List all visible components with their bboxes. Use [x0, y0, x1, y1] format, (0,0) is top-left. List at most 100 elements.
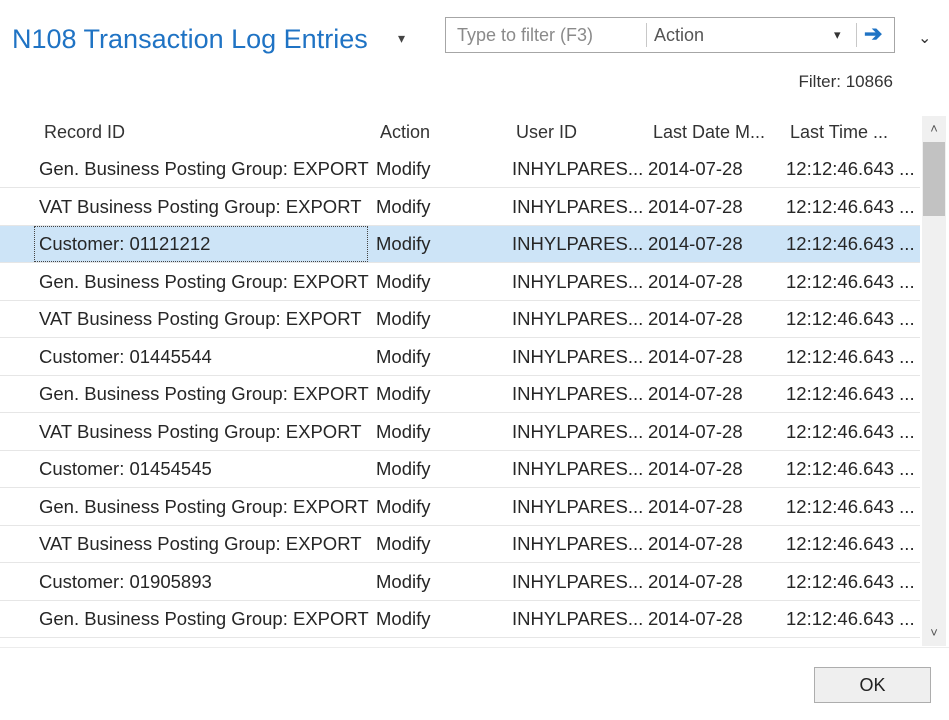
user-id-cell[interactable]: INHYLPARES...: [512, 308, 643, 330]
last-date-cell[interactable]: 2014-07-28: [648, 383, 743, 405]
last-time-cell[interactable]: 12:12:46.643 ...: [786, 533, 915, 555]
table-header: Record ID Action User ID Last Date M... …: [0, 116, 920, 148]
column-header-record-id[interactable]: Record ID: [44, 122, 125, 143]
table-row[interactable]: Customer: 01905893 Modify INHYLPARES... 201…: [0, 564, 920, 601]
table-row[interactable]: Customer: 01121212 Modify INHYLPARES... 201…: [0, 226, 920, 263]
last-time-cell[interactable]: 12:12:46.643 ...: [786, 271, 915, 293]
user-id-cell[interactable]: INHYLPARES...: [512, 533, 643, 555]
record-id-cell[interactable]: VAT Business Posting Group: EXPORT: [34, 414, 368, 450]
user-id-cell[interactable]: INHYLPARES...: [512, 196, 643, 218]
user-id-cell[interactable]: INHYLPARES...: [512, 383, 643, 405]
last-date-cell[interactable]: 2014-07-28: [648, 608, 743, 630]
table-row[interactable]: VAT Business Posting Group: EXPORTModify…: [0, 639, 920, 647]
record-id-cell[interactable]: Gen. Business Posting Group: EXPORT: [34, 376, 369, 412]
action-cell[interactable]: Modify: [376, 571, 431, 593]
user-id-cell[interactable]: INHYLPARES...: [512, 496, 643, 518]
filter-count: Filter: 10866: [798, 72, 894, 91]
vertical-scrollbar[interactable]: ˄ ˅: [922, 116, 946, 646]
user-id-cell[interactable]: INHYLPARES...: [512, 421, 643, 443]
action-cell[interactable]: Modify: [376, 308, 431, 330]
table-row[interactable]: Gen. Business Posting Group: EXPORT Modif…: [0, 151, 920, 188]
last-time-cell[interactable]: 12:12:46.643 ...: [786, 608, 915, 630]
record-id-cell[interactable]: VAT Business Posting Group: EXPORT: [34, 189, 368, 225]
record-id-cell[interactable]: Gen. Business Posting Group: EXPORT: [34, 264, 369, 300]
user-id-cell[interactable]: INHYLPARES...: [512, 233, 643, 255]
user-id-cell[interactable]: INHYLPARES...: [512, 158, 643, 180]
last-time-cell[interactable]: 12:12:46.643 ...: [786, 458, 915, 480]
record-id-cell[interactable]: Gen. Business Posting Group: EXPORT: [34, 151, 369, 187]
table-row[interactable]: Gen. Business Posting Group: EXPORT Modif…: [0, 601, 920, 638]
table-row[interactable]: VAT Business Posting Group: EXPORT Modify…: [0, 301, 920, 338]
user-id-cell[interactable]: INHYLPARES...: [512, 608, 643, 630]
table-row[interactable]: Gen. Business Posting Group: EXPORT Modif…: [0, 376, 920, 413]
last-time-cell[interactable]: 12:12:46.643 ...: [786, 571, 915, 593]
table-row[interactable]: Customer: 01454545 Modify INHYLPARES... 201…: [0, 451, 920, 488]
action-cell[interactable]: Modify: [376, 271, 431, 293]
last-date-cell[interactable]: 2014-07-28: [648, 233, 743, 255]
filter-field-select[interactable]: Action: [654, 25, 704, 46]
table-row[interactable]: Gen. Business Posting Group: EXPORT Modif…: [0, 489, 920, 526]
last-date-cell[interactable]: 2014-07-28: [648, 196, 743, 218]
last-date-cell[interactable]: 2014-07-28: [648, 458, 743, 480]
action-cell[interactable]: Modify: [376, 158, 431, 180]
last-date-cell[interactable]: 2014-07-28: [648, 271, 743, 293]
record-id-cell[interactable]: VAT Business Posting Group: EXPORT: [34, 301, 368, 337]
last-time-cell[interactable]: 12:12:46.643 ...: [786, 233, 915, 255]
user-id-cell[interactable]: INHYLPARES...: [512, 271, 643, 293]
table-row[interactable]: VAT Business Posting Group: EXPORT Modify…: [0, 414, 920, 451]
user-id-cell[interactable]: INHYLPARES...: [512, 458, 643, 480]
table-row[interactable]: VAT Business Posting Group: EXPORT Modify…: [0, 189, 920, 226]
user-id-cell[interactable]: INHYLPARES...: [512, 346, 643, 368]
ok-button[interactable]: OK: [814, 667, 931, 703]
last-date-cell[interactable]: 2014-07-28: [648, 571, 743, 593]
record-id-cell[interactable]: Gen. Business Posting Group: EXPORT: [34, 489, 369, 525]
last-date-cell[interactable]: 2014-07-28: [648, 308, 743, 330]
table-row[interactable]: Gen. Business Posting Group: EXPORT Modif…: [0, 264, 920, 301]
action-cell[interactable]: Modify: [376, 608, 431, 630]
title-dropdown-icon[interactable]: ▾: [398, 30, 405, 47]
action-cell[interactable]: Modify: [376, 196, 431, 218]
last-date-cell[interactable]: 2014-07-28: [648, 346, 743, 368]
column-header-last-date[interactable]: Last Date M...: [653, 122, 765, 143]
record-id-cell[interactable]: VAT Business Posting Group: EXPORT: [34, 526, 368, 562]
last-time-cell[interactable]: 12:12:46.643 ...: [786, 496, 915, 518]
last-time-cell[interactable]: 12:12:46.643 ...: [786, 421, 915, 443]
last-time-cell[interactable]: 12:12:46.643 ...: [786, 346, 915, 368]
action-cell[interactable]: Modify: [376, 458, 431, 480]
action-cell[interactable]: Modify: [376, 383, 431, 405]
action-cell[interactable]: Modify: [376, 233, 431, 255]
scrollbar-thumb[interactable]: [923, 142, 945, 216]
action-cell[interactable]: Modify: [376, 346, 431, 368]
action-cell[interactable]: Modify: [376, 421, 431, 443]
table-row[interactable]: VAT Business Posting Group: EXPORT Modify…: [0, 526, 920, 563]
arrow-right-icon[interactable]: ➔: [864, 22, 882, 46]
last-date-cell[interactable]: 2014-07-28: [648, 496, 743, 518]
last-date-cell[interactable]: 2014-07-28: [648, 533, 743, 555]
action-cell[interactable]: Modify: [376, 496, 431, 518]
last-time-cell[interactable]: 12:12:46.643 ...: [786, 158, 915, 180]
record-id-cell[interactable]: Customer: 01454545: [34, 451, 368, 487]
filter-input[interactable]: [446, 18, 646, 52]
action-cell[interactable]: Modify: [376, 533, 431, 555]
table-row[interactable]: Customer: 01445544 Modify INHYLPARES... 201…: [0, 339, 920, 376]
record-id-cell[interactable]: Customer: 01121212: [34, 226, 368, 262]
record-id-cell[interactable]: Customer: 01445544: [34, 339, 368, 375]
transaction-log-table: Gen. Business Posting Group: EXPORT Modif…: [0, 151, 920, 647]
column-header-action[interactable]: Action: [380, 122, 430, 143]
filter-divider: [856, 23, 857, 47]
record-id-cell[interactable]: VAT Business Posting Group: EXPORT: [34, 639, 368, 647]
chevron-down-icon[interactable]: ▾: [834, 27, 841, 43]
last-time-cell[interactable]: 12:12:46.643 ...: [786, 383, 915, 405]
column-header-last-time[interactable]: Last Time ...: [790, 122, 888, 143]
record-id-cell[interactable]: Customer: 01905893: [34, 564, 368, 600]
user-id-cell[interactable]: INHYLPARES...: [512, 571, 643, 593]
last-date-cell[interactable]: 2014-07-28: [648, 158, 743, 180]
last-time-cell[interactable]: 12:12:46.643 ...: [786, 308, 915, 330]
column-header-user-id[interactable]: User ID: [516, 122, 577, 143]
last-time-cell[interactable]: 12:12:46.643 ...: [786, 196, 915, 218]
scroll-down-icon[interactable]: ˅: [922, 620, 946, 646]
scroll-up-icon[interactable]: ˄: [922, 116, 946, 142]
collapse-icon[interactable]: ⌄: [918, 28, 931, 48]
record-id-cell[interactable]: Gen. Business Posting Group: EXPORT: [34, 601, 369, 637]
last-date-cell[interactable]: 2014-07-28: [648, 421, 743, 443]
